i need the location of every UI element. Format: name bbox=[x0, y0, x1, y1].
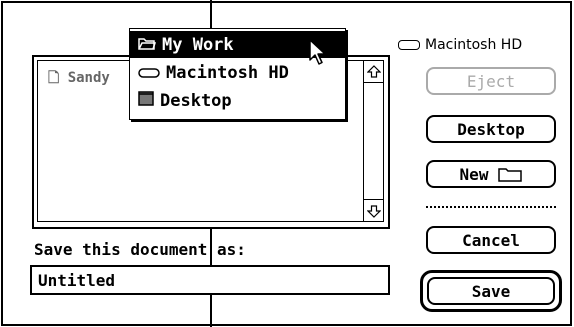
list-item[interactable]: 🗋 Sandy bbox=[48, 67, 110, 91]
scroll-down-arrow-icon[interactable] bbox=[364, 199, 383, 221]
menu-item-label: Desktop bbox=[160, 90, 232, 111]
menu-item-label: Macintosh HD bbox=[166, 62, 289, 83]
folder-open-icon bbox=[138, 35, 157, 55]
current-volume: Macintosh HD bbox=[398, 37, 522, 53]
desktop-button[interactable]: Desktop bbox=[426, 115, 556, 143]
volume-label: Macintosh HD bbox=[425, 37, 523, 53]
document-icon: 🗋 bbox=[48, 70, 60, 86]
filename-field[interactable] bbox=[30, 265, 390, 295]
folder-icon bbox=[498, 166, 523, 182]
new-folder-button[interactable]: New bbox=[426, 160, 556, 188]
popup-guide-line bbox=[210, 0, 212, 29]
divider bbox=[426, 206, 556, 208]
eject-button[interactable]: Eject bbox=[426, 67, 556, 95]
save-button-default-ring: Save bbox=[427, 277, 555, 305]
cancel-button[interactable]: Cancel bbox=[426, 226, 556, 254]
scrollbar[interactable] bbox=[363, 60, 384, 222]
menu-item-desktop[interactable]: Desktop bbox=[130, 87, 345, 114]
hard-disk-icon bbox=[138, 63, 160, 83]
scroll-up-arrow-icon[interactable] bbox=[364, 61, 383, 83]
desktop-icon bbox=[138, 90, 154, 111]
menu-item-label: My Work bbox=[162, 34, 234, 55]
hard-disk-icon bbox=[398, 40, 420, 50]
mouse-pointer-icon bbox=[308, 38, 330, 70]
list-item-label: Sandy bbox=[67, 70, 110, 86]
save-prompt-label: Save this document as: bbox=[34, 240, 246, 259]
save-button[interactable]: Save bbox=[420, 270, 562, 312]
